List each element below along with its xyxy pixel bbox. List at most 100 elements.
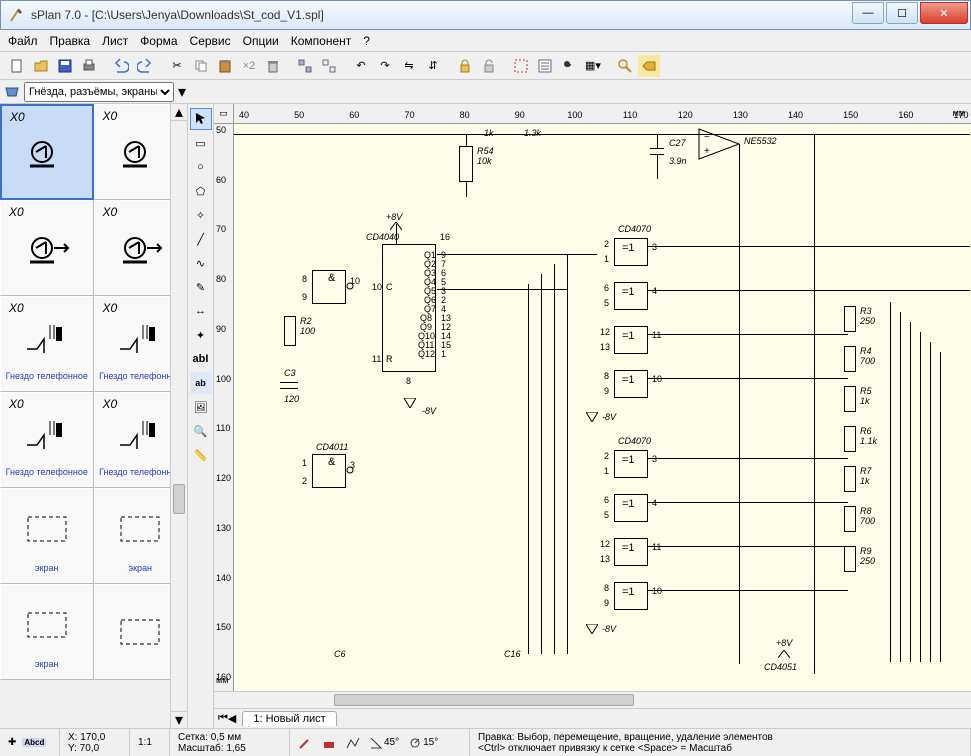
lock-button[interactable] <box>454 55 476 77</box>
zoom-tool[interactable]: 🔍 <box>190 420 212 442</box>
menu-edit[interactable]: Правка <box>50 34 91 48</box>
xor-3: =1 <box>622 330 635 342</box>
list-button[interactable] <box>534 55 556 77</box>
polyline-icon[interactable] <box>346 736 360 750</box>
main-area: X0X0X0X0X0Гнездо телефонноеX0Гнездо теле… <box>0 104 971 728</box>
rotate-left-button[interactable]: ↶ <box>350 55 372 77</box>
status-ratio: 1:1 <box>138 737 161 748</box>
palette-item-10[interactable]: экран <box>0 584 94 680</box>
redo-button[interactable] <box>134 55 156 77</box>
layers-button[interactable]: ▦▾ <box>582 55 604 77</box>
ref-r5: R5 <box>860 386 872 396</box>
measure-tool[interactable]: 📏 <box>190 444 212 466</box>
rect-tool[interactable]: ▭ <box>190 132 212 154</box>
new-button[interactable] <box>6 55 28 77</box>
ref-cd4011: CD4011 <box>316 442 348 452</box>
status-hint-2: <Ctrl> отключает привязку к сетке <Space… <box>478 743 962 754</box>
palette-item-0[interactable]: X0 <box>0 104 94 200</box>
close-button[interactable]: ✕ <box>920 2 968 24</box>
copy-button[interactable] <box>190 55 212 77</box>
ref-c16: C16 <box>504 649 521 659</box>
label-minus8v-3: -8V <box>602 624 616 634</box>
label-plus8v-2: +8V <box>776 638 792 648</box>
rotate-right-button[interactable]: ↷ <box>374 55 396 77</box>
label-tool[interactable]: ab <box>190 372 212 394</box>
undo-button[interactable] <box>110 55 132 77</box>
menu-bar: Файл Правка Лист Форма Сервис Опции Комп… <box>0 30 971 52</box>
angle45-icon[interactable] <box>370 737 382 749</box>
tab-nav-prev[interactable]: ◀ <box>228 712 236 725</box>
library-select[interactable]: Гнёзда, разъёмы, экраны <box>24 82 174 102</box>
menu-help[interactable]: ? <box>363 34 370 48</box>
angle15-icon[interactable] <box>409 737 421 749</box>
snap-label-icon[interactable]: Abcd <box>22 738 46 747</box>
tool-strip: ▭ ○ ⬠ ✧ ╱ ∿ ✎ ↔ ✦ abI ab 🖼 🔍 📏 <box>188 104 214 728</box>
circle-tool[interactable]: ○ <box>190 156 212 178</box>
unlock-button[interactable] <box>478 55 500 77</box>
select-area-button[interactable] <box>510 55 532 77</box>
menu-service[interactable]: Сервис <box>190 34 231 48</box>
delete-button[interactable] <box>262 55 284 77</box>
minimize-button[interactable]: — <box>852 2 884 24</box>
paste-button[interactable] <box>214 55 236 77</box>
status-grid: 0,5 мм <box>211 732 241 743</box>
image-tool[interactable]: 🖼 <box>190 396 212 418</box>
flip-h-button[interactable]: ⇋ <box>398 55 420 77</box>
sheet-tab-1[interactable]: 1: Новый лист <box>242 711 336 726</box>
label-minus8v-1: -8V <box>422 406 436 416</box>
canvas-h-scrollbar[interactable] <box>214 691 971 708</box>
pen-color-icon[interactable] <box>298 736 312 750</box>
snap-plus-icon[interactable]: ✚ <box>8 737 16 748</box>
bezier-tool[interactable]: ∿ <box>190 252 212 274</box>
palette-item-2[interactable]: X0 <box>0 200 94 296</box>
val-c3: 120 <box>284 394 299 404</box>
freehand-tool[interactable]: ✎ <box>190 276 212 298</box>
preview-button[interactable] <box>638 55 660 77</box>
fill-color-icon[interactable] <box>322 736 336 750</box>
schematic-canvas[interactable]: 1k 1.3k R54 10k C27 3.9n −+ NE5532 <box>234 124 971 691</box>
node-tool[interactable]: ✦ <box>190 324 212 346</box>
text-tool[interactable]: abI <box>190 348 212 370</box>
maximize-button[interactable]: ☐ <box>886 2 918 24</box>
val-r2: 100 <box>300 326 315 336</box>
pointer-tool[interactable] <box>190 108 212 130</box>
menu-form[interactable]: Форма <box>140 34 177 48</box>
flip-v-button[interactable]: ⇵ <box>422 55 444 77</box>
tab-nav-start[interactable]: ⏮ <box>218 712 228 725</box>
ref-cd4070-2: CD4070 <box>618 436 651 446</box>
and-gate-1: & <box>328 272 335 284</box>
print-button[interactable] <box>78 55 100 77</box>
palette-scrollbar[interactable]: ▴ ▾ <box>170 104 187 728</box>
menu-file[interactable]: Файл <box>8 34 38 48</box>
label-1-3k: 1.3k <box>524 128 541 138</box>
cut-button[interactable]: ✂ <box>166 55 188 77</box>
find-button[interactable] <box>558 55 580 77</box>
polygon-tool[interactable]: ⬠ <box>190 180 212 202</box>
ref-r4: R4 <box>860 346 872 356</box>
ruler-vertical: мм 5060708090100110120130140150160 <box>214 124 234 691</box>
duplicate-button[interactable]: ×2 <box>238 55 260 77</box>
library-dropdown-arrow[interactable]: ▾ <box>178 82 186 102</box>
ref-r9: R9 <box>860 546 872 556</box>
group-button[interactable] <box>294 55 316 77</box>
ref-r3: R3 <box>860 306 872 316</box>
ruler-corner[interactable]: ▭ <box>214 104 234 124</box>
palette-item-6[interactable]: X0Гнездо телефонное <box>0 392 94 488</box>
ref-r2: R2 <box>300 316 312 326</box>
xor-1: =1 <box>622 242 635 254</box>
menu-options[interactable]: Опции <box>243 34 279 48</box>
dimension-tool[interactable]: ↔ <box>190 300 212 322</box>
menu-component[interactable]: Компонент <box>291 34 352 48</box>
palette-item-4[interactable]: X0Гнездо телефонное <box>0 296 94 392</box>
menu-sheet[interactable]: Лист <box>102 34 128 48</box>
window-title: sPlan 7.0 - [C:\Users\Jenya\Downloads\St… <box>31 8 324 22</box>
special-tool[interactable]: ✧ <box>190 204 212 226</box>
zoom-button[interactable] <box>614 55 636 77</box>
line-tool[interactable]: ╱ <box>190 228 212 250</box>
ref-cd4040: CD4040 <box>366 232 399 242</box>
val-r4: 700 <box>860 356 875 366</box>
palette-item-8[interactable]: экран <box>0 488 94 584</box>
open-button[interactable] <box>30 55 52 77</box>
ungroup-button[interactable] <box>318 55 340 77</box>
save-button[interactable] <box>54 55 76 77</box>
